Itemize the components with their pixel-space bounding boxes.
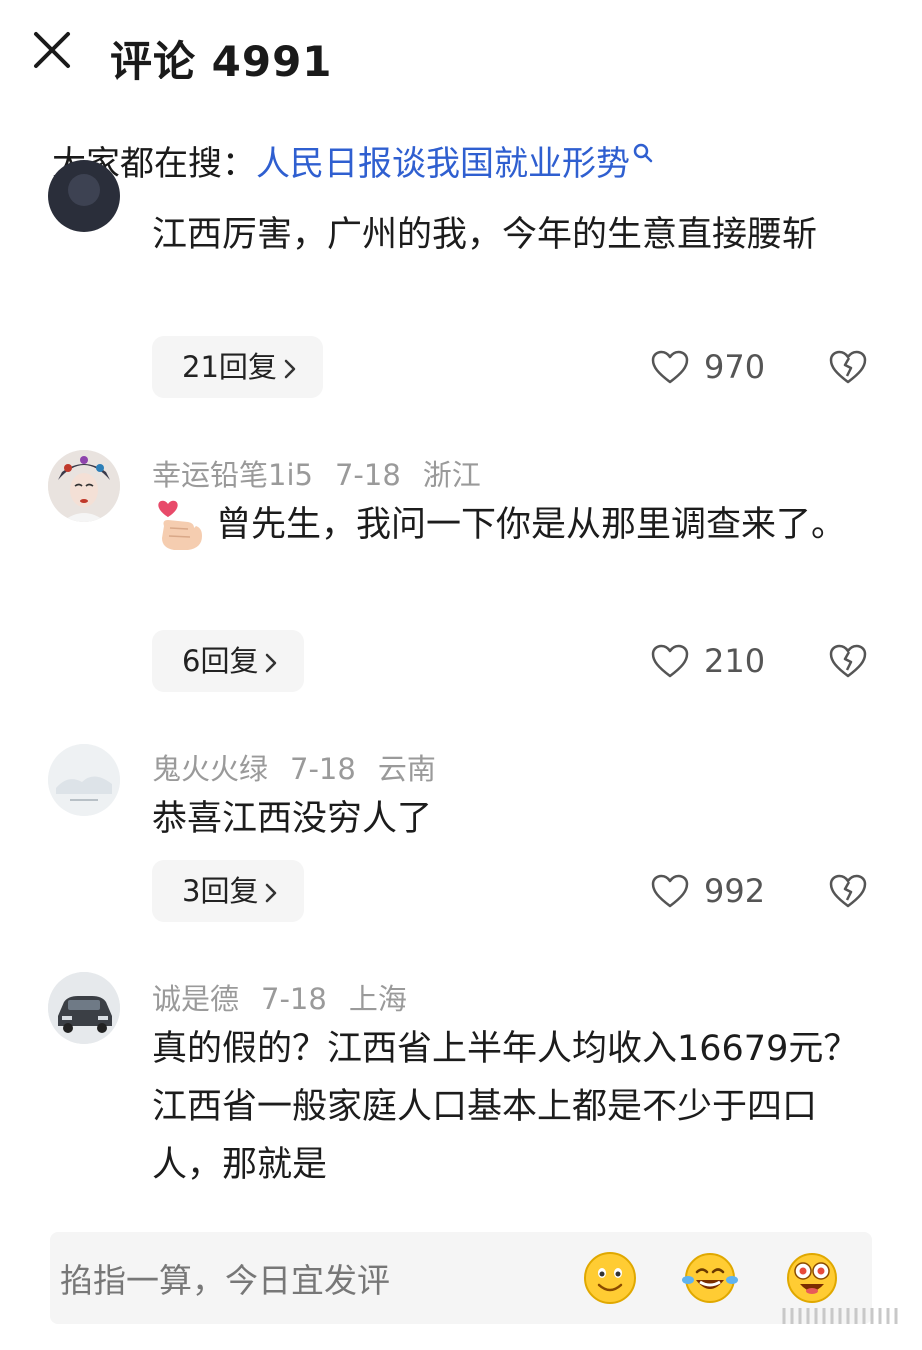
dislike-button[interactable]: [826, 336, 870, 398]
avatar[interactable]: [48, 744, 120, 816]
reply-count: 21回复: [182, 350, 277, 384]
comment-location: 浙江: [422, 458, 481, 492]
comment-input[interactable]: 掐指一算，今日宜发评: [60, 1254, 390, 1302]
comment-text: 恭喜江西没穷人了: [152, 799, 433, 839]
comment-date: 7-18: [261, 982, 327, 1016]
chevron-right-icon: [266, 653, 277, 673]
avatar[interactable]: [48, 450, 120, 522]
comment-date: 7-18: [290, 752, 356, 786]
page-title: 评论 4991: [110, 37, 333, 86]
like-count: 992: [704, 872, 766, 910]
comment-text: 江西厉害，广州的我，今年的生意直接腰斩: [152, 215, 818, 255]
like-count: 210: [704, 642, 766, 680]
comment-location: 云南: [377, 752, 436, 786]
watermark-lines: [782, 1308, 898, 1324]
search-icon: [633, 143, 653, 163]
smile-emoji-icon[interactable]: [582, 1250, 638, 1306]
comment-date: 7-18: [334, 458, 401, 492]
comment-meta: 幸运铅笔1i5 7-18 浙江: [152, 452, 503, 494]
like-count: 970: [704, 348, 766, 386]
comment-meta: 鬼火火绿 7-18 云南: [152, 746, 458, 788]
broken-heart-icon: [829, 644, 867, 678]
view-replies-button[interactable]: 21回复: [152, 336, 323, 398]
laugh-cry-emoji-icon[interactable]: [682, 1250, 738, 1306]
close-button[interactable]: [30, 28, 74, 72]
reply-count: 6回复: [182, 644, 259, 678]
like-button[interactable]: 970: [650, 336, 765, 398]
heart-icon: [651, 644, 689, 678]
dislike-button[interactable]: [826, 630, 870, 692]
hot-search-row: 大家都在搜：人民日报谈我国就业形势: [52, 140, 654, 188]
comment-text: 真的假的？江西省上半年人均收入16679元？江西省一般家庭人口基本上都是不少于四…: [152, 1029, 859, 1185]
heart-icon: [651, 350, 689, 384]
star-eyes-emoji-icon[interactable]: [784, 1250, 840, 1306]
comment-input-bar[interactable]: 掐指一算，今日宜发评: [50, 1232, 872, 1324]
hot-search-link[interactable]: 人民日报谈我国就业形势: [256, 144, 630, 184]
chevron-right-icon: [284, 359, 296, 379]
chevron-right-icon: [266, 883, 277, 903]
like-button[interactable]: 210: [650, 630, 765, 692]
comments-header: 评论 4991: [0, 0, 922, 110]
username[interactable]: 鬼火火绿: [152, 752, 268, 786]
like-button[interactable]: 992: [650, 860, 765, 922]
heart-icon: [651, 874, 689, 908]
username[interactable]: 诚是德: [152, 982, 239, 1016]
view-replies-button[interactable]: 3回复: [152, 860, 305, 922]
avatar[interactable]: [48, 972, 120, 1044]
comment-text: 曾先生，我问一下你是从那里调查来了。: [216, 505, 847, 545]
username[interactable]: 幸运铅笔1i5: [152, 458, 313, 492]
comment-meta: 诚是德 7-18 上海: [152, 976, 429, 1018]
reply-count: 3回复: [182, 874, 259, 908]
broken-heart-icon: [829, 350, 867, 384]
comment-location: 上海: [348, 982, 407, 1016]
view-replies-button[interactable]: 6回复: [152, 630, 305, 692]
avatar[interactable]: [48, 160, 120, 232]
broken-heart-icon: [829, 874, 867, 908]
close-icon: [34, 32, 70, 68]
dislike-button[interactable]: [826, 860, 870, 922]
